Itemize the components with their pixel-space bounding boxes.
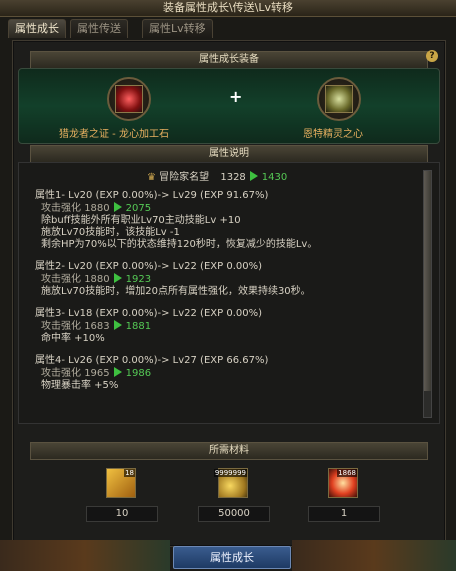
ticket-icon[interactable]: 18 (106, 468, 136, 498)
attribute-block-1: 属性1- Lv20 (EXP 0.00%)-> Lv29 (EXP 91.67%… (35, 190, 431, 251)
equip-section-title: 属性成长装备 (30, 51, 428, 69)
attack-row: 攻击强化 1880 2075 (35, 202, 431, 215)
attribute-block-4: 属性4- Lv26 (EXP 0.00%)-> Lv27 (EXP 66.67%… (35, 355, 431, 392)
material-stock: 18 (124, 469, 135, 477)
attribute-header: 属性1- Lv20 (EXP 0.00%)-> Lv29 (EXP 91.67%… (35, 190, 269, 201)
attribute-extra: 命中率 +10% (41, 333, 105, 344)
attribute-extra: 除buff技能外所有职业Lv70主动技能Lv +10 (41, 215, 241, 226)
tab-attribute-level-transfer[interactable]: 属性Lv转移 (142, 19, 213, 38)
tab-attribute-transfer[interactable]: 属性传送 (70, 19, 128, 38)
attribute-block-3: 属性3- Lv18 (EXP 0.00%)-> Lv22 (EXP 0.00%)… (35, 308, 431, 345)
attack-label: 攻击强化 (41, 321, 81, 332)
attack-label: 攻击强化 (41, 274, 81, 285)
desc-scrollbar[interactable] (423, 170, 432, 418)
attack-from: 1880 (84, 203, 110, 214)
attribute-header: 属性3- Lv18 (EXP 0.00%)-> Lv22 (EXP 0.00%) (35, 308, 262, 319)
material-required: 10 (86, 506, 158, 522)
fame-label: 冒险家名望 (159, 172, 210, 183)
burst-orb-icon[interactable]: 1868 (328, 468, 358, 498)
tab-attribute-growth[interactable]: 属性成长 (8, 19, 66, 38)
material-stock: 1868 (337, 469, 357, 477)
arrow-icon (113, 273, 122, 283)
desc-section-title: 属性说明 (30, 145, 428, 163)
arrow-icon (113, 202, 122, 212)
fame-from: 1328 (220, 172, 246, 183)
right-item-name: 恩特精灵之心 (303, 129, 363, 140)
material-required: 50000 (198, 506, 270, 522)
attribute-block-2: 属性2- Lv20 (EXP 0.00%)-> Lv22 (EXP 0.00%)… (35, 261, 431, 298)
attribute-description-box: ♛ 冒险家名望 1328 1430 属性1- Lv20 (EXP 0.00%)->… (18, 162, 440, 424)
attribute-extra: 剩余HP为70%以下的状态维持120秒时，恢复减少的技能Lv。 (41, 239, 318, 250)
attack-from: 1880 (84, 274, 110, 285)
material-stock: 9999999 (213, 469, 247, 477)
attack-to: 1986 (125, 368, 152, 379)
right-item-slot[interactable] (317, 77, 361, 121)
left-item-slot[interactable] (107, 77, 151, 121)
attribute-header: 属性2- Lv20 (EXP 0.00%)-> Lv22 (EXP 0.00%) (35, 261, 262, 272)
fame-icon: ♛ (147, 172, 156, 183)
attack-from: 1965 (84, 368, 110, 379)
attack-to: 1923 (125, 274, 152, 285)
scroll-thumb[interactable] (424, 171, 431, 391)
attribute-header: 属性4- Lv26 (EXP 0.00%)-> Lv27 (EXP 66.67%… (35, 355, 269, 366)
left-item-name: 猎龙者之证 - 龙心加工石 (59, 129, 169, 140)
material-required: 1 (308, 506, 380, 522)
arrow-icon (249, 171, 258, 181)
attack-row: 攻击强化 1683 1881 (35, 320, 431, 333)
arrow-icon (113, 320, 122, 330)
attack-to: 2075 (125, 203, 152, 214)
attack-from: 1683 (84, 321, 110, 332)
attribute-growth-button[interactable]: 属性成长 (173, 546, 291, 569)
attack-to: 1881 (125, 321, 152, 332)
attack-label: 攻击强化 (41, 203, 81, 214)
dragon-heart-stone-icon (115, 85, 143, 113)
adventure-fame-row: ♛ 冒险家名望 1328 1430 (35, 171, 431, 184)
attribute-extra: 施放Lv70技能时，增加20点所有属性强化，效果持续30秒。 (41, 286, 311, 297)
background-hotbar (0, 540, 170, 571)
background-hotbar-right (292, 540, 456, 571)
plus-icon: + (229, 87, 243, 106)
window-title: 装备属性成长\传送\Lv转移 (0, 0, 456, 17)
materials-panel: 18 9999999 1868 10 50000 1 (18, 460, 438, 524)
gold-coins-icon[interactable]: 9999999 (213, 468, 248, 498)
attack-label: 攻击强化 (41, 368, 81, 379)
fame-to: 1430 (261, 172, 288, 183)
materials-section-title: 所需材料 (30, 442, 428, 460)
elf-heart-icon (325, 85, 353, 113)
attack-row: 攻击强化 1965 1986 (35, 367, 431, 380)
equip-panel: + 猎龙者之证 - 龙心加工石 恩特精灵之心 (18, 68, 440, 144)
attribute-extra: 物理暴击率 +5% (41, 380, 119, 391)
attack-row: 攻击强化 1880 1923 (35, 273, 431, 286)
tab-bar: 属性成长 属性传送 属性Lv转移 (8, 17, 448, 39)
attribute-extra: 施放Lv70技能时，该技能Lv -1 (41, 227, 180, 238)
arrow-icon (113, 367, 122, 377)
help-icon[interactable]: ? (426, 50, 438, 62)
